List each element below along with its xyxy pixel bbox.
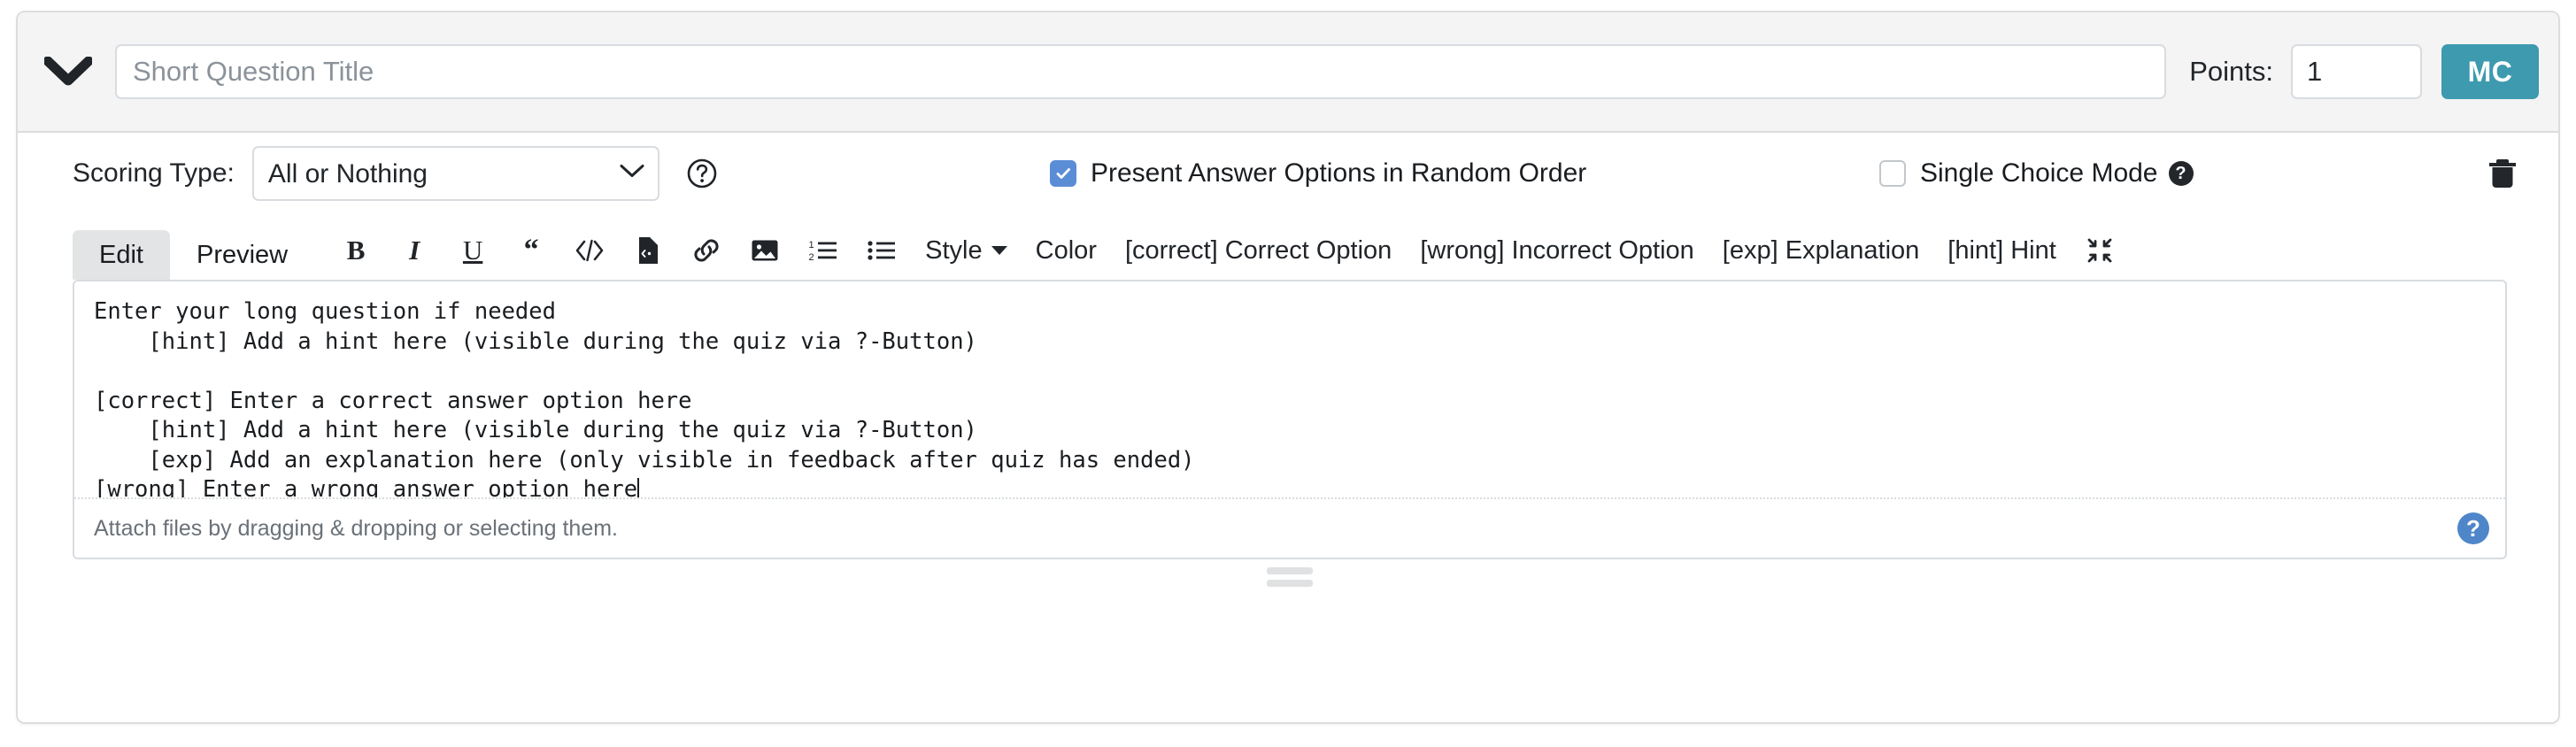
editor-attach-footer[interactable]: Attach files by dragging & dropping or s… (74, 497, 2505, 558)
svg-text:2: 2 (809, 252, 814, 263)
compress-arrows-icon[interactable] (2071, 230, 2129, 271)
random-order-checkbox-group[interactable]: Present Answer Options in Random Order (1050, 158, 1586, 189)
single-choice-checkbox-group[interactable]: Single Choice Mode ? (1879, 158, 2194, 189)
scoring-type-label: Scoring Type: (73, 158, 235, 188)
text-cursor (637, 478, 640, 497)
single-choice-help-icon[interactable]: ? (2168, 161, 2194, 186)
macro-incorrect-option[interactable]: [wrong] Incorrect Option (1406, 230, 1708, 271)
question-markdown-textarea[interactable]: Enter your long question if needed [hint… (74, 281, 2505, 497)
image-icon[interactable] (736, 230, 794, 271)
bold-icon[interactable]: B (327, 230, 385, 271)
underline-icon[interactable]: U (443, 230, 502, 271)
unordered-list-icon[interactable] (852, 230, 911, 271)
tab-preview[interactable]: Preview (170, 230, 314, 280)
ordered-list-icon[interactable]: 1 2 (794, 230, 852, 271)
editor-resize-handle[interactable] (73, 559, 2507, 595)
question-card: Points: MC Scoring Type: All or Nothing (16, 11, 2560, 724)
chevron-down-icon[interactable] (41, 44, 96, 99)
question-header: Points: MC (18, 12, 2558, 133)
points-input[interactable] (2291, 44, 2422, 99)
single-choice-label: Single Choice Mode (1920, 158, 2158, 188)
trash-icon[interactable] (2482, 153, 2523, 194)
question-options-row: Scoring Type: All or Nothing Present Ans… (18, 133, 2558, 214)
blockquote-icon[interactable]: “ (502, 230, 560, 271)
scoring-help-icon[interactable] (686, 158, 718, 189)
macro-correct-option[interactable]: [correct] Correct Option (1111, 230, 1406, 271)
question-markdown-content: Enter your long question if needed [hint… (94, 298, 1195, 497)
editor-help-icon[interactable]: ? (2457, 512, 2489, 544)
random-order-checkbox[interactable] (1050, 160, 1076, 187)
tab-edit[interactable]: Edit (73, 230, 170, 280)
style-label: Style (925, 235, 983, 265)
random-order-label: Present Answer Options in Random Order (1091, 158, 1587, 188)
resize-bar (1267, 567, 1313, 574)
editor-tool-icons: B I U “ 1 2 Style Color [correct] Correc… (327, 230, 2129, 280)
points-label: Points: (2189, 56, 2273, 87)
question-type-badge[interactable]: MC (2441, 44, 2539, 99)
macro-explanation[interactable]: [exp] Explanation (1708, 230, 1933, 271)
markdown-editor: Edit Preview B I U “ 1 2 Style Color [co… (18, 214, 2558, 595)
editor-toolbar: Edit Preview B I U “ 1 2 Style Color [co… (73, 214, 2507, 280)
single-choice-checkbox[interactable] (1879, 160, 1906, 187)
caret-down-icon (991, 246, 1007, 255)
attach-files-hint: Attach files by dragging & dropping or s… (94, 515, 619, 541)
style-dropdown[interactable]: Style (911, 230, 1021, 271)
code-file-icon[interactable] (619, 230, 677, 271)
editor-box: Enter your long question if needed [hint… (73, 280, 2507, 559)
italic-icon[interactable]: I (385, 230, 443, 271)
inline-code-icon[interactable] (560, 230, 619, 271)
scoring-type-select-wrap: All or Nothing (251, 146, 659, 201)
svg-text:1: 1 (809, 240, 814, 250)
macro-hint[interactable]: [hint] Hint (1933, 230, 2071, 271)
scoring-type-select[interactable]: All or Nothing (251, 146, 659, 201)
resize-bar (1267, 580, 1313, 587)
question-title-input[interactable] (115, 44, 2167, 99)
link-icon[interactable] (677, 230, 736, 271)
color-button[interactable]: Color (1022, 230, 1111, 271)
